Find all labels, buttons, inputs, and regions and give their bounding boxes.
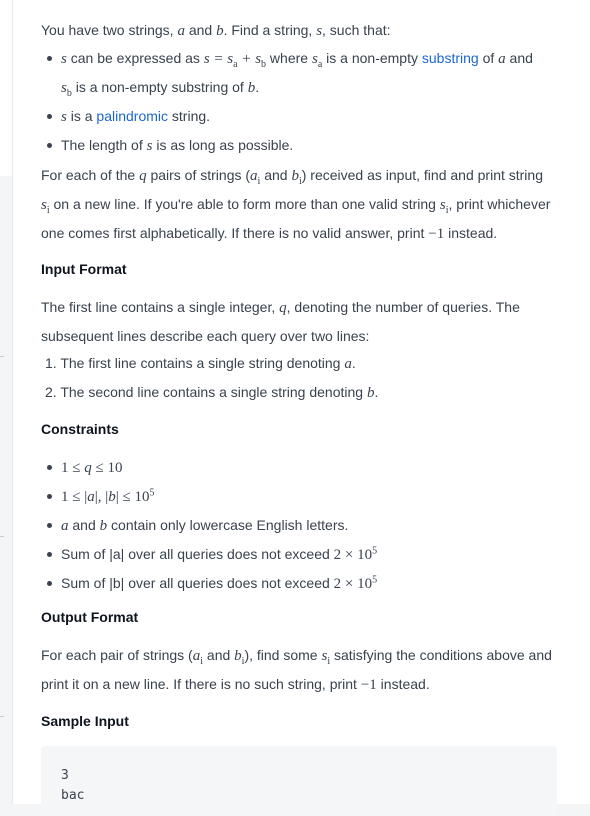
condition-item: s can be expressed as s = sa + sb where … xyxy=(41,44,571,102)
palindromic-link[interactable]: palindromic xyxy=(96,108,168,124)
substring-link[interactable]: substring xyxy=(422,50,479,66)
constraint-item: Sum of |a| over all queries does not exc… xyxy=(41,540,571,569)
sample-input-code-block[interactable]: 3 bac xyxy=(41,746,557,816)
output-format-heading: Output Format xyxy=(41,609,139,625)
condition-item: The length of s is as long as possible. xyxy=(41,131,571,160)
intro-paragraph: You have two strings, a and b. Find a st… xyxy=(41,22,391,39)
input-lines-list: 1. The first line contains a single stri… xyxy=(41,349,571,407)
problem-panel: You have two strings, a and b. Find a st… xyxy=(12,0,590,816)
task-paragraph: For each of the q pairs of strings (ai a… xyxy=(41,167,551,242)
conditions-list: s can be expressed as s = sa + sb where … xyxy=(41,44,571,160)
input-line-item: 1. The first line contains a single stri… xyxy=(45,355,356,372)
constraint-item: Sum of |b| over all queries does not exc… xyxy=(41,569,571,598)
constraints-heading: Constraints xyxy=(41,421,119,437)
left-rail xyxy=(0,0,12,176)
condition-item: s is a palindromic string. xyxy=(41,102,571,131)
sample-input-heading: Sample Input xyxy=(41,713,129,729)
input-format-text: The first line contains a single integer… xyxy=(41,299,520,344)
constraints-list: 1 ≤ q ≤ 10 1 ≤ |a|, |b| ≤ 105 a and b co… xyxy=(41,453,571,598)
gutter-tick xyxy=(0,536,4,537)
code-line: 3 xyxy=(61,768,69,783)
gutter-tick xyxy=(0,716,4,717)
constraint-item: 1 ≤ q ≤ 10 xyxy=(41,453,571,482)
output-format-text: For each pair of strings (ai and bi), fi… xyxy=(41,647,552,693)
code-line: bac xyxy=(61,788,85,803)
input-line-item: 2. The second line contains a single str… xyxy=(45,384,379,401)
constraint-item: a and b contain only lowercase English l… xyxy=(41,511,571,540)
constraint-item: 1 ≤ |a|, |b| ≤ 105 xyxy=(41,482,571,511)
gutter-tick xyxy=(0,356,4,357)
input-format-heading: Input Format xyxy=(41,261,127,277)
